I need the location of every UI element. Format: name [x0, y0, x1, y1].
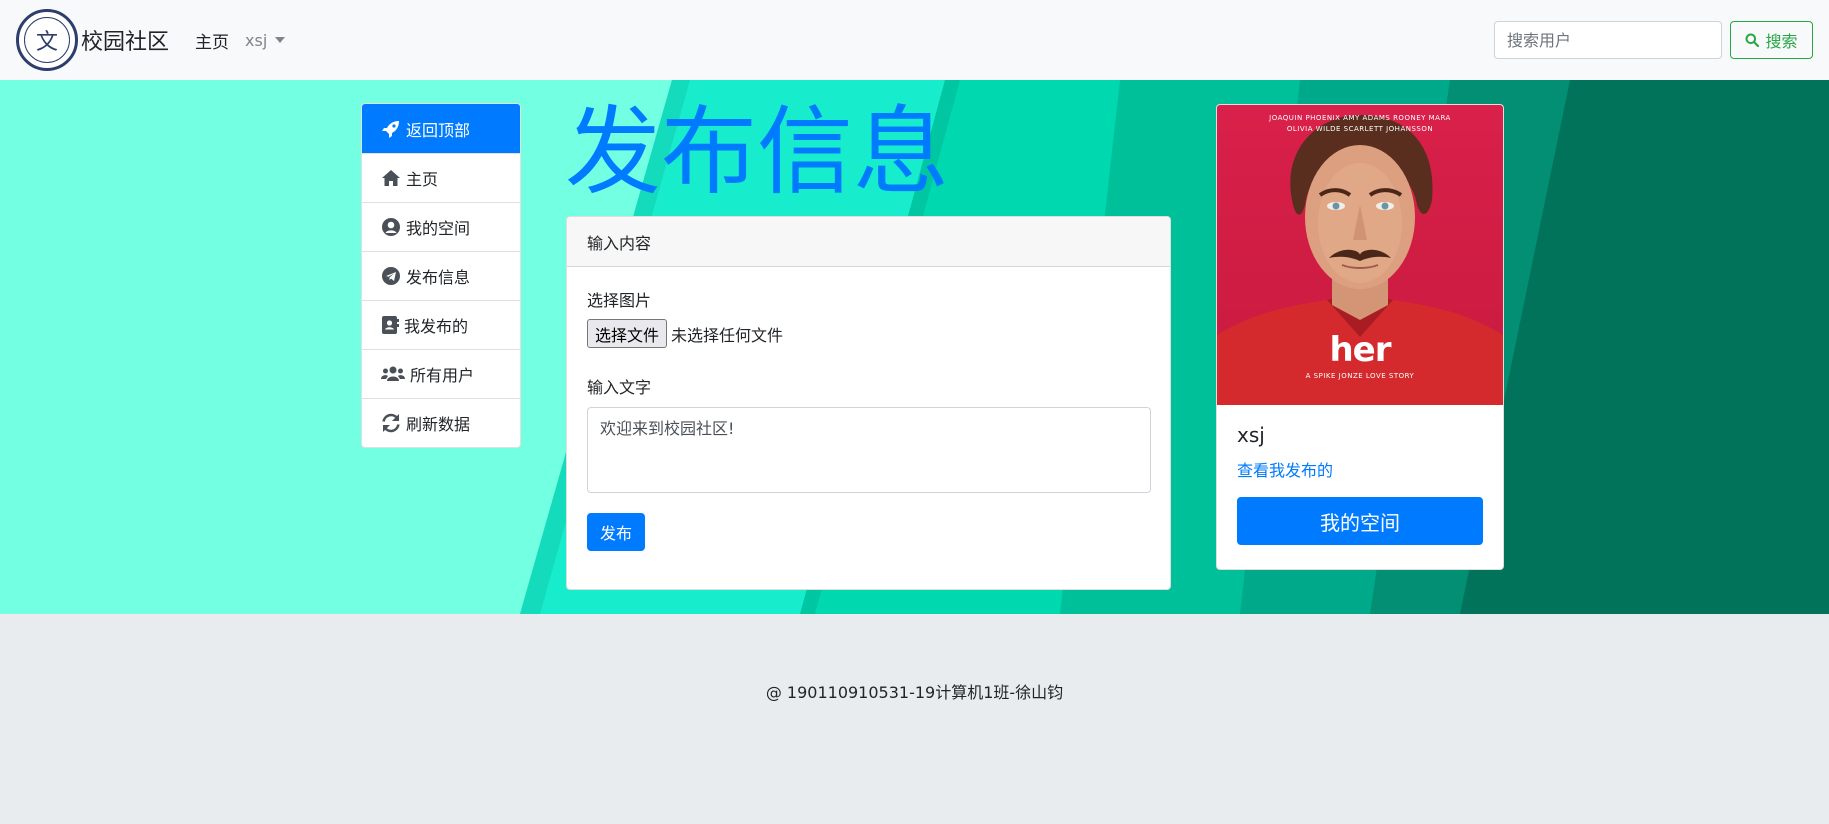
top-navbar: ⽂ 校园社区 主页 xsj 搜索	[0, 0, 1829, 80]
sidebar-item-label: 刷新数据	[406, 415, 471, 434]
profile-body: xsj 查看我发布的 我的空间	[1217, 405, 1503, 563]
card-body: 选择图片 选择文件 未选择任何文件 输入文字 欢迎来到校园社区! 发布	[567, 267, 1170, 571]
brand-name[interactable]: 校园社区	[81, 24, 169, 56]
sidebar-item-label: 发布信息	[406, 268, 471, 287]
sidebar-menu: 返回顶部 主页 我的空间 发布信息 我发布的 所有用户 刷新数据	[361, 103, 521, 448]
sidebar-item-my-space[interactable]: 我的空间	[362, 202, 520, 251]
poster-subtitle: A SPIKE JONZE LOVE STORY	[1305, 372, 1415, 380]
my-space-button[interactable]: 我的空间	[1237, 497, 1483, 545]
footer: @ 190110910531-19计算机1班-徐山钧	[0, 614, 1829, 824]
poster-credits: JOAQUIN PHOENIX AMY ADAMS ROONEY MARA OL…	[1217, 113, 1503, 135]
rocket-icon	[382, 120, 399, 138]
users-icon	[381, 366, 405, 381]
sidebar-item-label: 我的空间	[406, 219, 471, 238]
profile-image: JOAQUIN PHOENIX AMY ADAMS ROONEY MARA OL…	[1217, 105, 1503, 405]
home-icon	[382, 170, 400, 186]
sidebar-item-publish[interactable]: 发布信息	[362, 251, 520, 300]
publish-button[interactable]: 发布	[587, 513, 645, 551]
brand[interactable]: ⽂ 校园社区	[16, 9, 169, 71]
poster-credits-line2: OLIVIA WILDE SCARLETT JOHANSSON	[1286, 125, 1434, 133]
profile-card: JOAQUIN PHOENIX AMY ADAMS ROONEY MARA OL…	[1216, 104, 1504, 570]
file-input[interactable]: 选择文件 未选择任何文件	[587, 319, 1150, 348]
sidebar-item-my-posts[interactable]: 我发布的	[362, 300, 520, 349]
search-form: 搜索	[1494, 21, 1813, 59]
sidebar-item-home[interactable]: 主页	[362, 153, 520, 202]
caret-down-icon	[275, 37, 286, 43]
refresh-icon	[382, 413, 400, 433]
university-logo: ⽂	[16, 9, 78, 71]
user-dropdown-label: xsj	[245, 30, 268, 50]
user-dropdown[interactable]: xsj	[245, 30, 286, 50]
search-icon	[1745, 33, 1760, 47]
page-title: 发布信息	[565, 96, 949, 208]
search-button[interactable]: 搜索	[1730, 21, 1813, 59]
card-header: 输入内容	[567, 217, 1170, 267]
sidebar-item-label: 主页	[406, 170, 439, 189]
text-label: 输入文字	[587, 378, 652, 397]
sidebar-item-refresh[interactable]: 刷新数据	[362, 398, 520, 447]
address-book-icon	[382, 316, 399, 334]
user-circle-icon	[382, 218, 400, 236]
sidebar-item-label: 所有用户	[410, 366, 475, 385]
profile-username: xsj	[1237, 423, 1265, 447]
nav-home-link[interactable]: 主页	[195, 28, 229, 53]
choose-file-button[interactable]: 选择文件	[587, 319, 668, 348]
my-posts-link[interactable]: 查看我发布的	[1237, 457, 1483, 481]
sidebar-item-label: 我发布的	[404, 317, 469, 336]
sidebar-item-label: 返回顶部	[406, 120, 471, 140]
text-input[interactable]: 欢迎来到校园社区!	[587, 407, 1151, 493]
poster-title: her	[1329, 330, 1391, 370]
image-label: 选择图片	[587, 291, 652, 310]
sidebar-item-back-to-top[interactable]: 返回顶部	[362, 104, 520, 153]
poster-credits-line1: JOAQUIN PHOENIX AMY ADAMS ROONEY MARA	[1269, 114, 1451, 122]
sidebar-item-all-users[interactable]: 所有用户	[362, 349, 520, 398]
search-input[interactable]	[1494, 21, 1722, 59]
footer-text: @ 190110910531-19计算机1班-徐山钧	[765, 683, 1064, 702]
search-button-label: 搜索	[1765, 32, 1798, 51]
file-status-text: 未选择任何文件	[671, 325, 784, 345]
telegram-icon	[382, 267, 400, 285]
publish-form-card: 输入内容 选择图片 选择文件 未选择任何文件 输入文字 欢迎来到校园社区! 发布	[566, 216, 1171, 590]
